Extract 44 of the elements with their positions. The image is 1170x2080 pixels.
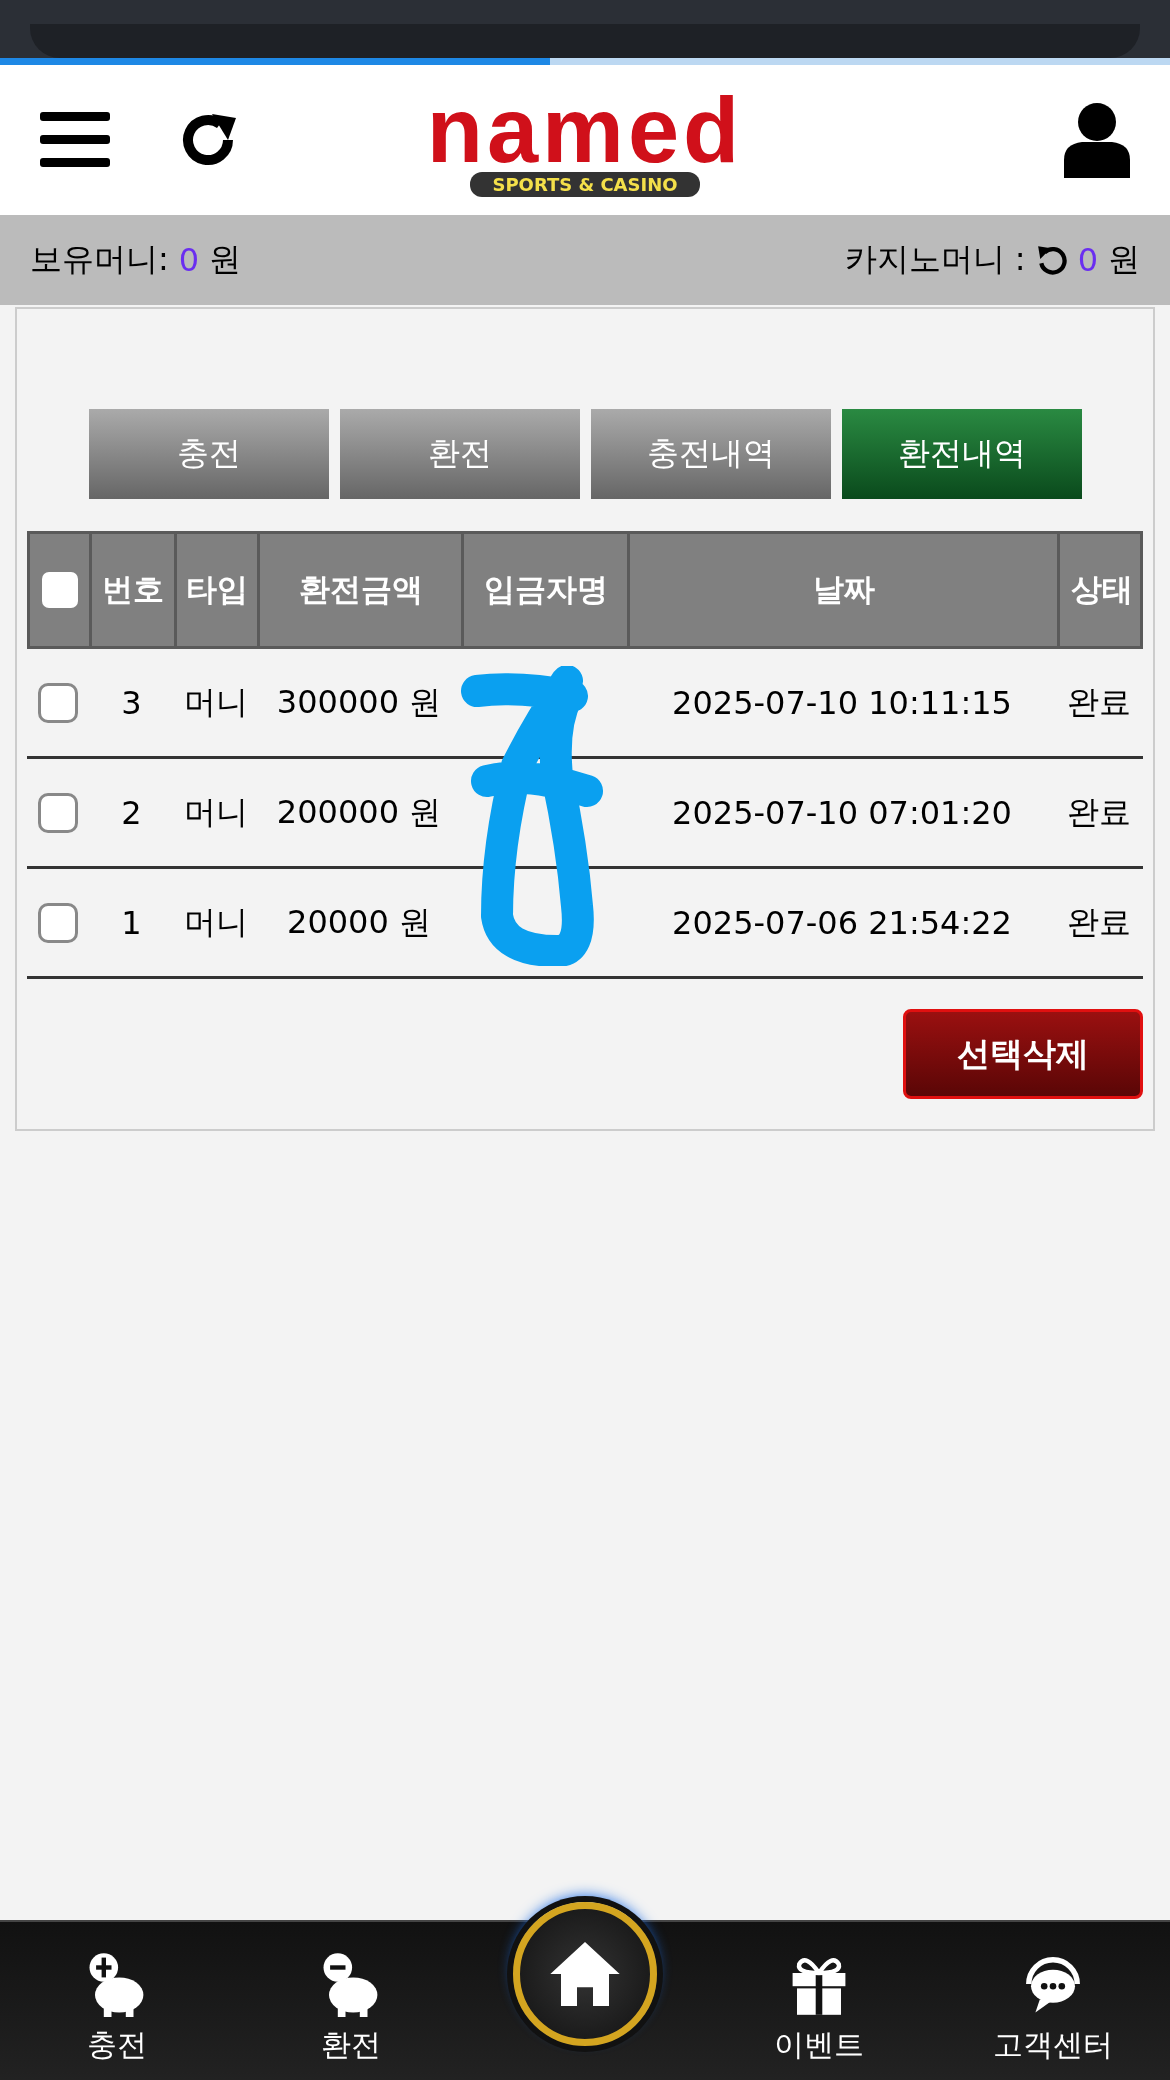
- checkbox[interactable]: [41, 572, 78, 608]
- money-label: 보유머니:: [30, 239, 169, 280]
- table-cell-text: 300000 원: [276, 681, 442, 723]
- table-cell-text: 완료: [1067, 901, 1131, 943]
- table-cell-text: 완료: [1067, 681, 1131, 723]
- column-header: 타입: [186, 570, 248, 609]
- checkbox[interactable]: [38, 902, 78, 943]
- table-cell-text: 20000 원: [287, 901, 431, 943]
- table-cell: 2025-07-10 10:11:15: [672, 683, 1012, 722]
- table-cell-text: 완료: [1067, 791, 1131, 833]
- table-cell-text: 머니: [183, 791, 248, 833]
- table-cell: 2025-07-10 07:01:20: [672, 793, 1012, 832]
- casino-money-label: 카지노머니 :: [844, 239, 1026, 280]
- tab[interactable]: 환전: [339, 409, 580, 499]
- table-cell-text: 머니: [183, 901, 248, 943]
- reload-icon[interactable]: [1035, 244, 1068, 276]
- money-value: 0: [178, 241, 200, 279]
- tab[interactable]: 환전내역: [841, 409, 1082, 499]
- column-header: 날짜: [812, 570, 875, 609]
- logo-subtitle: SPORTS & CASINO: [470, 171, 700, 197]
- casino-money-value: 0: [1077, 241, 1098, 279]
- nav-label[interactable]: 충전: [87, 2025, 147, 2066]
- menu-icon[interactable]: [40, 112, 110, 168]
- checkbox[interactable]: [38, 682, 78, 723]
- tab[interactable]: 충전: [88, 409, 329, 499]
- tab[interactable]: 충전내역: [590, 409, 831, 499]
- nav-label[interactable]: 환전: [321, 2025, 381, 2066]
- column-header: 입금자명: [483, 570, 608, 609]
- table-cell: 1: [121, 903, 142, 942]
- table-cell-text: 머니: [183, 681, 248, 723]
- nav-label[interactable]: 이벤트: [774, 2025, 864, 2066]
- column-header: 상태: [1071, 570, 1133, 609]
- delete-selected-button[interactable]: 선택삭제: [903, 1009, 1143, 1099]
- table-cell: 2025-07-06 21:54:22: [672, 903, 1012, 942]
- table-cell: 3: [121, 683, 142, 722]
- column-header: 환전금액: [298, 570, 423, 609]
- nav-label[interactable]: 고객센터: [993, 2025, 1113, 2066]
- table-cell: 2: [121, 793, 142, 832]
- user-icon[interactable]: [1064, 102, 1130, 178]
- currency-unit: 원: [1108, 239, 1140, 280]
- currency-unit: 원: [209, 239, 242, 280]
- checkbox[interactable]: [38, 792, 78, 833]
- table-cell-text: 200000 원: [276, 791, 442, 833]
- column-header: 번호: [102, 570, 164, 609]
